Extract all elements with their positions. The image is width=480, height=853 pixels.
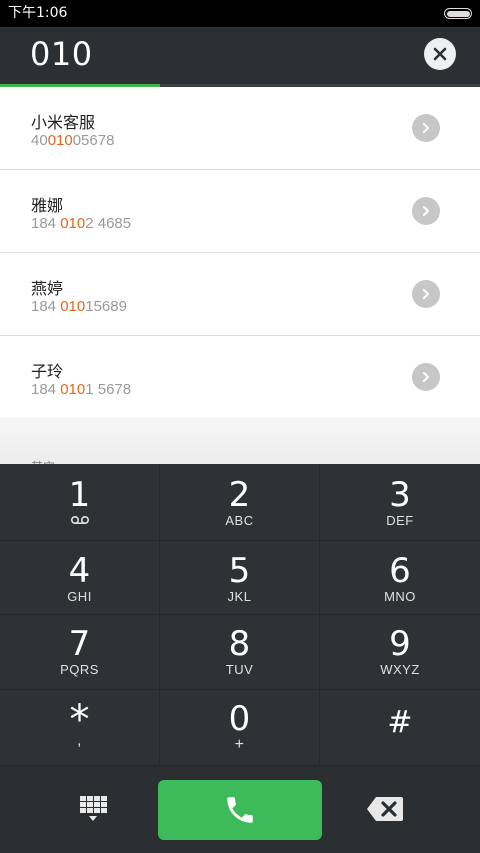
- backspace-icon[interactable]: [366, 796, 404, 822]
- dialpad-key-2[interactable]: 2 ABC: [160, 464, 320, 541]
- number-match: 010: [60, 215, 86, 232]
- contact-row[interactable]: 小米客服 4001005678: [0, 87, 480, 170]
- status-bar: 下午1:06: [0, 0, 480, 27]
- chevron-right-icon: [423, 289, 429, 299]
- chevron-right-icon: [423, 123, 429, 133]
- dialpad-key-4[interactable]: 4 GHI: [0, 541, 160, 615]
- battery-icon: [444, 8, 472, 19]
- clear-button[interactable]: [424, 38, 456, 70]
- dialpad-key-9[interactable]: 9 WXYZ: [320, 615, 480, 690]
- dialpad-key-star[interactable]: * ,: [0, 690, 160, 765]
- search-header: 010: [0, 27, 480, 87]
- contact-number: 184 01015689: [31, 298, 127, 315]
- call-button[interactable]: [158, 780, 322, 840]
- contact-detail-button[interactable]: [412, 363, 440, 391]
- phone-icon: [227, 797, 253, 823]
- number-match: 010: [60, 381, 86, 398]
- chevron-right-icon: [423, 372, 429, 382]
- dialpad-key-1[interactable]: 1: [0, 464, 160, 541]
- list-section-header: 其它: [0, 417, 480, 467]
- close-icon: [433, 47, 447, 61]
- dialpad-icon[interactable]: [78, 794, 108, 826]
- contact-name: 子玲: [31, 362, 64, 381]
- number-match: 010: [60, 298, 86, 315]
- contact-number: 4001005678: [31, 132, 115, 149]
- contact-detail-button[interactable]: [412, 197, 440, 225]
- action-bar: [0, 765, 480, 853]
- dialpad-key-5[interactable]: 5 JKL: [160, 541, 320, 615]
- dialpad-key-3[interactable]: 3 DEF: [320, 464, 480, 541]
- contact-name: 小米客服: [31, 113, 96, 132]
- dial-number-input[interactable]: 010: [30, 35, 93, 73]
- contact-number: 184 0101 5678: [31, 381, 132, 398]
- dialpad-key-6[interactable]: 6 MNO: [320, 541, 480, 615]
- chevron-right-icon: [423, 206, 429, 216]
- contact-name: 燕婷: [31, 279, 64, 298]
- contact-name: 雅娜: [31, 196, 64, 215]
- dialpad-key-pound[interactable]: #: [320, 690, 480, 765]
- contact-row[interactable]: 子玲 184 0101 5678: [0, 336, 480, 419]
- dialpad-key-8[interactable]: 8 TUV: [160, 615, 320, 690]
- dialpad-key-0[interactable]: 0 +: [160, 690, 320, 765]
- dialpad-key-7[interactable]: 7 PQRS: [0, 615, 160, 690]
- contact-row[interactable]: 雅娜 184 0102 4685: [0, 170, 480, 253]
- result-list: 小米客服 4001005678 雅娜 184 0102 4685 燕婷 184 …: [0, 87, 480, 419]
- number-match: 010: [47, 132, 73, 149]
- contact-detail-button[interactable]: [412, 114, 440, 142]
- dialpad: 1 2 ABC 3 DEF 4 GHI 5 JKL 6 MNO 7 PQRS 8…: [0, 464, 480, 765]
- voicemail-icon: [70, 515, 89, 525]
- status-time: 下午1:06: [8, 5, 68, 21]
- contact-number: 184 0102 4685: [31, 215, 132, 232]
- contact-detail-button[interactable]: [412, 280, 440, 308]
- contact-row[interactable]: 燕婷 184 01015689: [0, 253, 480, 336]
